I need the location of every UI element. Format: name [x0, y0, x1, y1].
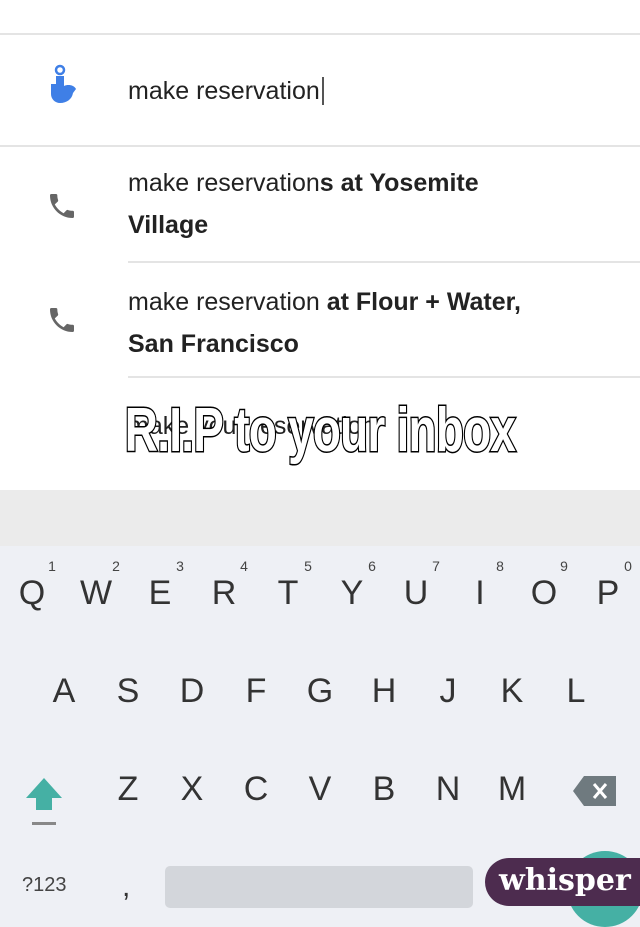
- divider: [128, 376, 640, 378]
- comma-key[interactable]: ,: [122, 870, 130, 904]
- key-o[interactable]: O: [514, 574, 574, 613]
- search-value: make reservation: [128, 77, 320, 105]
- suggestion-text: make reservation: [128, 169, 320, 197]
- suggestion-bold: Village: [128, 211, 209, 239]
- key-hint-number: 4: [240, 558, 248, 574]
- reminder-finger-icon: [51, 64, 76, 103]
- suggestion-bold: San Francisco: [128, 330, 299, 358]
- key-m[interactable]: M: [482, 770, 542, 809]
- divider: [128, 261, 640, 263]
- whisper-watermark: whisper: [485, 858, 640, 906]
- key-hint-number: 0: [624, 558, 632, 574]
- key-r[interactable]: R: [194, 574, 254, 613]
- backspace-key[interactable]: [572, 774, 618, 808]
- gap-area: [0, 490, 640, 546]
- key-k[interactable]: K: [482, 672, 542, 711]
- key-z[interactable]: Z: [98, 770, 158, 809]
- key-c[interactable]: C: [226, 770, 286, 809]
- search-input[interactable]: make reservation: [128, 70, 324, 112]
- key-hint-number: 2: [112, 558, 120, 574]
- key-f[interactable]: F: [226, 672, 286, 711]
- key-g[interactable]: G: [290, 672, 350, 711]
- key-v[interactable]: V: [290, 770, 350, 809]
- key-p[interactable]: P: [578, 574, 638, 613]
- key-y[interactable]: Y: [322, 574, 382, 613]
- key-hint-number: 5: [304, 558, 312, 574]
- key-hint-number: 1: [48, 558, 56, 574]
- key-d[interactable]: D: [162, 672, 222, 711]
- key-t[interactable]: T: [258, 574, 318, 613]
- text-cursor: [321, 77, 324, 105]
- symbols-key[interactable]: ?123: [22, 874, 67, 897]
- key-hint-number: 7: [432, 558, 440, 574]
- key-hint-number: 6: [368, 558, 376, 574]
- key-j[interactable]: J: [418, 672, 478, 711]
- key-hint-number: 3: [176, 558, 184, 574]
- key-h[interactable]: H: [354, 672, 414, 711]
- divider: [0, 33, 640, 35]
- suggestion-bold: at Flour + Water,: [326, 288, 521, 316]
- key-x[interactable]: X: [162, 770, 222, 809]
- space-key[interactable]: [165, 866, 473, 908]
- suggestion-text: make reservation: [128, 288, 327, 316]
- suggestion-bold: s at Yosemite: [319, 169, 479, 197]
- key-hint-number: 9: [560, 558, 568, 574]
- shift-key[interactable]: [24, 774, 64, 828]
- key-e[interactable]: E: [130, 574, 190, 613]
- key-u[interactable]: U: [386, 574, 446, 613]
- key-s[interactable]: S: [98, 672, 158, 711]
- key-i[interactable]: I: [450, 574, 510, 613]
- key-a[interactable]: A: [34, 672, 94, 711]
- overlay-caption: R.I.P to your inbox: [124, 395, 517, 467]
- key-n[interactable]: N: [418, 770, 478, 809]
- key-hint-number: 8: [496, 558, 504, 574]
- divider: [0, 145, 640, 147]
- key-q[interactable]: Q: [2, 574, 62, 613]
- suggestion-item[interactable]: make reservation at Flour + Water, San Fr…: [0, 266, 640, 376]
- phone-icon: [50, 194, 74, 218]
- key-b[interactable]: B: [354, 770, 414, 809]
- phone-icon: [50, 308, 74, 332]
- suggestion-item[interactable]: make reservations at Yosemite Village: [0, 150, 640, 260]
- key-l[interactable]: L: [546, 672, 606, 711]
- key-w[interactable]: W: [66, 574, 126, 613]
